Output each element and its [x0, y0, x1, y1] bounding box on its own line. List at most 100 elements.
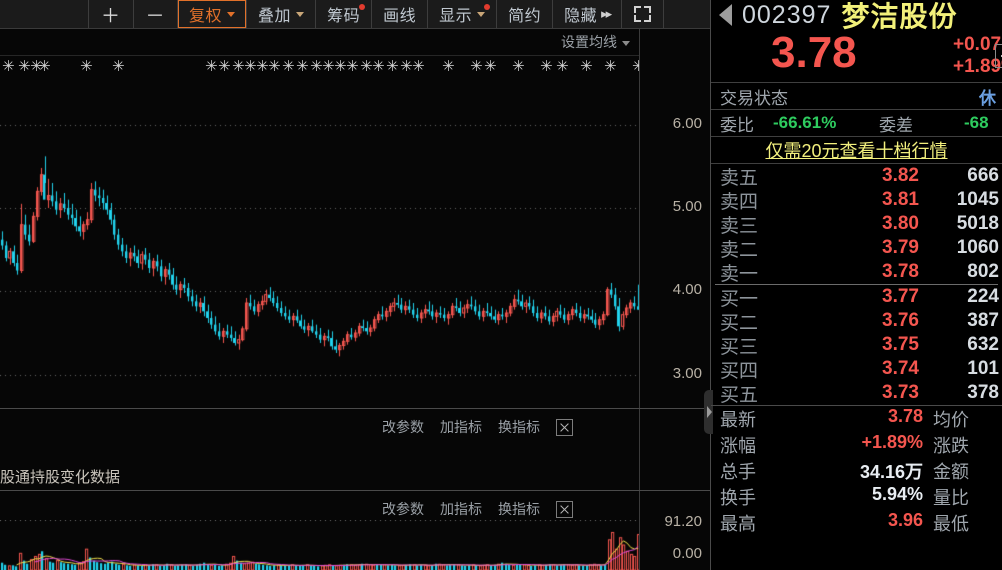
promo-banner[interactable]: 仅需20元查看十档行情 [711, 136, 1002, 164]
price-change: +0.07 [953, 34, 1002, 55]
price-axis: 3.00 4.00 5.00 6.00 [640, 83, 710, 408]
event-marker-icon: ✳ [580, 58, 593, 75]
chart-right-rule [639, 491, 640, 570]
volume-axis: 91.20 0.00 [640, 505, 710, 570]
bid-qty: 378 [967, 382, 999, 403]
chart-toolbar: ＋ － 复权 叠加 筹码 画线 显示 简约 隐藏 ▸▸ [0, 0, 710, 29]
event-marker-icon: ✳ [372, 58, 385, 75]
chips-label: 筹码 [327, 8, 361, 25]
add-indicator-button[interactable]: 加指标 [440, 417, 482, 437]
bid-qty: 101 [967, 358, 999, 379]
bid-level: 买一 [720, 288, 759, 310]
price-block: 3.78 +0.07 +1.89% [711, 28, 1002, 82]
chevron-down-icon [477, 11, 486, 17]
last-price: 3.78 [771, 28, 857, 77]
ask-row[interactable]: 卖二 3.79 1060 [711, 236, 1002, 261]
event-marker-icon: ✳ [232, 58, 245, 75]
ask-level: 卖三 [720, 215, 759, 237]
overlay-button[interactable]: 叠加 [246, 0, 316, 28]
ask-qty: 1060 [956, 237, 999, 258]
notification-dot-icon [484, 4, 491, 10]
event-marker-icon: ✳ [556, 58, 569, 75]
adjust-price-button[interactable]: 复权 [177, 0, 247, 28]
adjust-price-label: 复权 [189, 8, 223, 25]
bid-level: 买四 [720, 360, 759, 382]
back-arrow-icon[interactable] [719, 4, 732, 26]
close-icon[interactable] [556, 500, 573, 518]
volume-axis-tick: 0.00 [672, 545, 702, 562]
bid-row[interactable]: 买五 3.73 378 [711, 381, 1002, 406]
bid-row[interactable]: 买一 3.77 224 [711, 285, 1002, 310]
hide-panel-button[interactable]: 隐藏 ▸▸ [552, 0, 622, 28]
ma-settings-label: 设置均线 [561, 34, 617, 50]
event-marker-icon: ✳ [386, 58, 399, 75]
chips-button[interactable]: 筹码 [315, 0, 372, 28]
event-marker-icon: ✳ [282, 58, 295, 75]
bid-row[interactable]: 买四 3.74 101 [711, 357, 1002, 382]
event-marker-icon: ✳ [512, 58, 525, 75]
stat-row: 换手5.94%量比0. [711, 484, 1002, 510]
volume-chart[interactable] [0, 520, 640, 570]
order-ratio-value: -66.61% [773, 113, 837, 132]
bid-row[interactable]: 买三 3.75 632 [711, 333, 1002, 358]
panel-divider [0, 408, 710, 409]
minimize-icon[interactable] [995, 44, 1002, 68]
ask-row[interactable]: 卖三 3.80 5018 [711, 212, 1002, 237]
event-marker-icon: ✳ [540, 58, 553, 75]
price-axis-tick: 4.00 [672, 281, 702, 299]
chart-area: ＋ － 复权 叠加 筹码 画线 显示 简约 隐藏 ▸▸ 设置均线 ✳ ✳ ✳ ✳… [0, 0, 710, 570]
switch-indicator-button[interactable]: 换指标 [498, 499, 540, 519]
candlestick-chart[interactable] [0, 83, 640, 408]
display-button[interactable]: 显示 [427, 0, 497, 28]
event-marker-icon: ✳ [218, 58, 231, 75]
simple-mode-button[interactable]: 简约 [496, 0, 553, 28]
bid-row[interactable]: 买二 3.76 387 [711, 309, 1002, 334]
event-marker-icon: ✳ [604, 58, 617, 75]
ask-row[interactable]: 卖五 3.82 666 [711, 164, 1002, 189]
zoom-in-button[interactable]: ＋ [88, 0, 133, 28]
ask-row[interactable]: 卖一 3.78 802 [711, 260, 1002, 285]
order-ratio-row: 委比 -66.61% 委差 -68 [711, 109, 1002, 136]
draw-line-label: 画线 [383, 8, 417, 25]
price-axis-tick: 5.00 [672, 198, 702, 215]
chart-right-rule [639, 29, 640, 408]
bid-price: 3.73 [882, 382, 919, 403]
ask-row[interactable]: 卖四 3.81 1045 [711, 188, 1002, 213]
event-marker-icon: ✳ [322, 58, 335, 75]
event-marker-icon: ✳ [38, 58, 51, 75]
zoom-out-button[interactable]: － [132, 0, 178, 28]
ask-price: 3.79 [882, 237, 919, 258]
display-label: 显示 [439, 8, 473, 25]
change-params-button[interactable]: 改参数 [382, 499, 424, 519]
bid-price: 3.76 [882, 310, 919, 331]
promo-label: 仅需20元查看十档行情 [765, 141, 948, 161]
stock-code: 002397 [742, 0, 832, 29]
stat-label-right: 均价 [933, 410, 969, 430]
stats-table: 最新3.78均价3.涨幅+1.89%涨跌▲0.总手34.16万金额1.3换手5.… [711, 405, 1002, 536]
event-marker-icon: ✳ [2, 58, 15, 75]
order-ratio-label: 委比 [720, 115, 754, 135]
change-params-button[interactable]: 改参数 [382, 417, 424, 437]
quote-header: 002397 梦洁股份 [711, 0, 1002, 32]
close-icon[interactable] [556, 418, 573, 436]
overlay-label: 叠加 [258, 8, 292, 25]
indicator-2-actions: 改参数 加指标 换指标 [382, 495, 573, 523]
stat-label-right: 涨跌 [933, 436, 969, 456]
ma-settings-button[interactable]: 设置均线 [561, 32, 630, 52]
ask-level: 卖四 [720, 191, 759, 213]
event-marker-icon: ✳ [360, 58, 373, 75]
order-diff-label: 委差 [879, 115, 913, 135]
ask-qty: 5018 [956, 213, 999, 234]
stat-label-left: 涨幅 [720, 436, 756, 456]
stat-value-left: 3.96 [887, 510, 923, 530]
add-indicator-button[interactable]: 加指标 [440, 499, 482, 519]
event-marker-icon: ✳ [18, 58, 31, 75]
chevron-down-icon [227, 11, 236, 17]
fullscreen-button[interactable] [621, 0, 665, 28]
bid-level: 买三 [720, 336, 759, 358]
stat-row: 涨幅+1.89%涨跌▲0. [711, 432, 1002, 458]
event-marker-band: ✳ ✳ ✳ ✳ ✳ ✳ ✳ ✳ ✳ ✳ ✳ ✳ ✳ ✳ ✳ ✳ ✳ ✳ ✳ ✳ ✳ ✳ ✳ ✳ ✳ ✳ ✳ ✳ ✳ ✳ ✳ ✳ [0, 57, 640, 83]
switch-indicator-button[interactable]: 换指标 [498, 417, 540, 437]
draw-line-button[interactable]: 画线 [371, 0, 428, 28]
bid-list: 买一 3.77 224 买二 3.76 387 买三 3.75 632 买四 3.74 101 买五 3.… [711, 285, 1002, 406]
